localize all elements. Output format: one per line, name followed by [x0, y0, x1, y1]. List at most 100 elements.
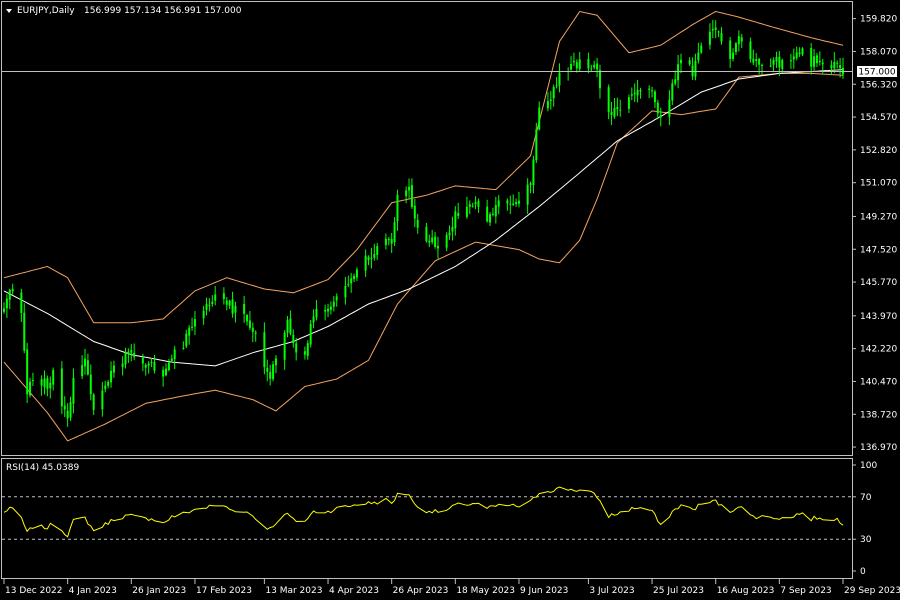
candle-body: [775, 57, 778, 62]
candle-body: [355, 269, 358, 278]
candle-body: [613, 107, 616, 117]
candle-body: [251, 327, 254, 332]
candle-body: [188, 327, 191, 336]
candle-body: [679, 59, 682, 64]
candle-body: [327, 308, 330, 312]
candle-body: [283, 332, 286, 360]
candle-body: [575, 62, 578, 69]
candle-body: [214, 294, 217, 301]
candle-body: [651, 90, 654, 92]
candle-body: [191, 326, 194, 328]
candle-body: [162, 369, 165, 377]
candle-body: [526, 184, 529, 205]
candle-body: [104, 385, 107, 390]
candle-body: [147, 363, 150, 366]
candle-body: [489, 214, 492, 223]
candle-body: [465, 206, 468, 217]
candle-body: [121, 363, 124, 368]
price-tick-label: 136.970: [860, 443, 897, 453]
candle-body: [312, 316, 315, 323]
candle-body: [153, 361, 156, 371]
date-tick-label: 9 Jun 2023: [520, 586, 568, 596]
candle-body: [813, 56, 816, 67]
candle-body: [364, 255, 367, 271]
candle-body: [714, 27, 717, 30]
candle-body: [772, 59, 775, 65]
candle-body: [477, 200, 480, 208]
candle-body: [266, 367, 269, 372]
candle-body: [610, 112, 613, 115]
candle-body: [254, 332, 257, 334]
chart-background: [0, 0, 900, 600]
date-tick-label: 17 Feb 2023: [196, 586, 252, 596]
date-tick-label: 16 Aug 2023: [717, 586, 775, 596]
candle-body: [413, 205, 416, 219]
candle-body: [376, 246, 379, 255]
chart-canvas[interactable]: 159.820 158.070 156.320 154.570 152.820 151.0…: [0, 0, 900, 600]
date-tick-label: 3 Jul 2023: [589, 586, 634, 596]
candle-body: [141, 357, 144, 364]
candle-body: [185, 333, 188, 347]
candle-body: [616, 106, 619, 110]
candle-body: [384, 238, 387, 246]
candle-body: [494, 205, 497, 217]
candle-body: [329, 306, 332, 310]
candle-body: [529, 183, 532, 185]
candle-body: [303, 351, 306, 355]
date-tick-label: 29 Sep 2023: [844, 586, 900, 596]
candle-body: [222, 293, 225, 300]
candle-body: [211, 301, 214, 304]
candle-body: [471, 205, 474, 207]
candle-body: [272, 364, 275, 380]
candle-body: [732, 52, 735, 59]
date-tick-label: 4 Jan 2023: [69, 586, 117, 596]
candle-body: [69, 402, 72, 418]
price-tick-label: 159.820: [860, 15, 897, 25]
candle-body: [393, 222, 396, 243]
candle-body: [292, 334, 295, 344]
candle-body: [367, 257, 370, 261]
candle-body: [324, 309, 327, 312]
candle-body: [694, 60, 697, 77]
candle-body: [150, 361, 153, 363]
candle-body: [639, 90, 642, 92]
candle-body: [286, 320, 289, 333]
price-tick-label: 149.270: [860, 212, 897, 222]
candle-body: [127, 351, 130, 355]
candle-body: [40, 379, 43, 386]
date-tick-label: 18 May 2023: [456, 586, 515, 596]
price-tick-label: 138.720: [860, 410, 897, 420]
candle-body: [335, 296, 338, 301]
candle-body: [810, 47, 813, 67]
candle-body: [671, 83, 674, 101]
candle-body: [8, 289, 11, 300]
candle-body: [353, 276, 356, 280]
candle-body: [517, 200, 520, 204]
candle-body: [572, 60, 575, 63]
candle-body: [781, 60, 784, 69]
candle-body: [52, 369, 55, 385]
candle-body: [535, 129, 538, 161]
current-price-label: 157.000: [858, 68, 895, 78]
candle-body: [26, 349, 29, 395]
candle-body: [700, 45, 703, 53]
candle-body: [789, 60, 792, 62]
candle-body: [23, 312, 26, 351]
candle-body: [274, 358, 277, 366]
candle-body: [243, 304, 246, 314]
candle-body: [711, 28, 714, 31]
candle-body: [436, 245, 439, 249]
candle-body: [839, 65, 842, 69]
candle-body: [29, 381, 32, 396]
candle-body: [653, 91, 656, 103]
rsi-tick-label: 70: [860, 493, 872, 503]
candle-body: [167, 362, 170, 371]
candle-body: [408, 186, 411, 191]
candle-body: [546, 101, 549, 109]
candle-body: [182, 347, 185, 349]
candle-body: [425, 226, 428, 242]
candle-body: [798, 52, 801, 55]
candle-body: [86, 360, 89, 375]
candle-body: [818, 60, 821, 63]
candle-body: [697, 52, 700, 61]
